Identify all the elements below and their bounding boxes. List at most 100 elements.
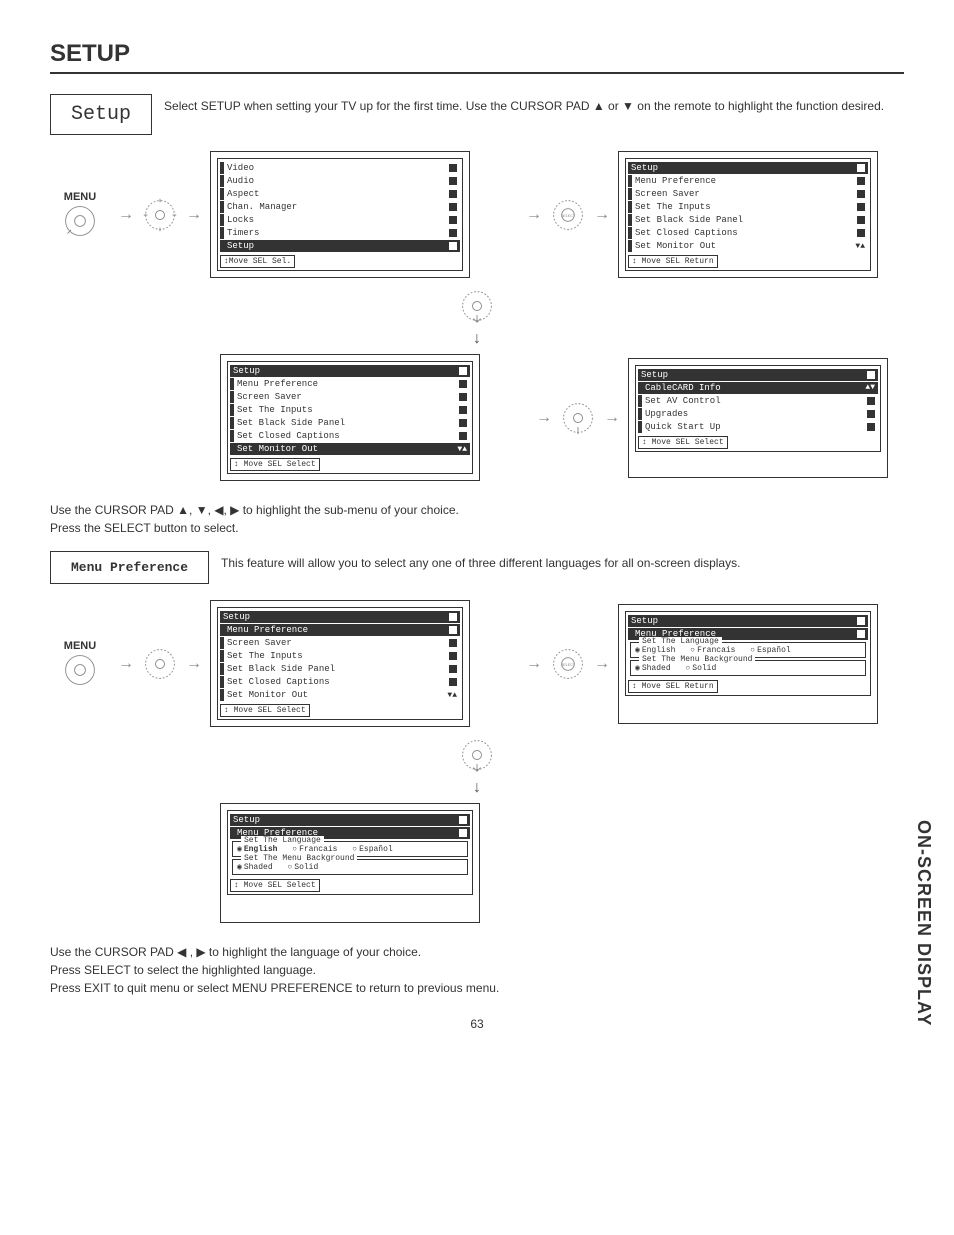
flow-row-3: MENU → → Setup Menu Preference Screen Sa… [50, 600, 904, 727]
menu-right-icon [857, 229, 865, 237]
bg-option: Solid [287, 863, 318, 872]
osd-item-label: CableCARD Info [645, 383, 721, 393]
osd-footer: ↕ Move SEL Select [220, 704, 310, 717]
svg-text:SELECT: SELECT [561, 662, 576, 666]
menu-right-icon [449, 639, 457, 647]
menu-right-icon [449, 242, 457, 250]
page-title: SETUP [50, 40, 904, 74]
arrow-right-icon: → [594, 655, 610, 673]
menu-right-icon [449, 665, 457, 673]
arrow-right-icon: → [536, 409, 552, 427]
osd-item-label: Set The Inputs [635, 202, 711, 212]
side-section-label: ON-SCREEN DISPLAY [913, 820, 934, 1026]
flow-row-4: Setup Menu Preference Set The Language E… [220, 803, 904, 923]
lang-option: English [635, 645, 675, 655]
menu-right-icon [459, 432, 467, 440]
setup-heading-row: Setup Select SETUP when setting your TV … [50, 94, 904, 135]
bottom-text-block: Use the CURSOR PAD ◀ , ▶ to highlight th… [50, 943, 904, 997]
osd-item-label: Set The Inputs [227, 651, 303, 661]
menu-icon [857, 164, 865, 172]
osd-item-label: Video [227, 163, 254, 173]
menu-right-icon [857, 216, 865, 224]
bg-group-label: Set The Menu Background [639, 655, 755, 664]
osd-footer: ↕ Move SEL Select [230, 879, 320, 892]
dpad-down-icon [459, 288, 495, 324]
menu-right-icon [449, 678, 457, 686]
menu-pref-title-box: Menu Preference [50, 551, 209, 584]
bottom-text-3: Press EXIT to quit menu or select MENU P… [50, 979, 904, 997]
osd-setup-menu-2-wrap: Setup Menu Preference Screen Saver Set T… [220, 354, 480, 481]
dpad-icon [142, 197, 178, 233]
osd-item-label: Screen Saver [227, 638, 292, 648]
osd-title-label: Setup [631, 616, 658, 626]
menu-right-icon [459, 419, 467, 427]
flow-row-2: Setup Menu Preference Screen Saver Set T… [220, 354, 904, 481]
menu-right-icon [857, 190, 865, 198]
menu-icon [867, 371, 875, 379]
menu-right-icon [459, 380, 467, 388]
osd-item-label: Set Closed Captions [237, 431, 340, 441]
scroll-more-icon: ▼▲ [855, 242, 865, 251]
menu-icon [459, 367, 467, 375]
osd-item-label: Audio [227, 176, 254, 186]
down-arrow-icon: ↓ [50, 779, 904, 797]
osd-item-label: Set Black Side Panel [635, 215, 743, 225]
menu-label: MENU [64, 191, 96, 203]
menu-right-icon [857, 177, 865, 185]
osd-item-label: Menu Preference [237, 379, 318, 389]
osd-item-label: Setup [227, 241, 254, 251]
lang-option: Francais [690, 646, 735, 655]
bg-option: Shaded [237, 862, 273, 872]
osd-footer: ↕ Move SEL Return [628, 680, 718, 693]
arrow-right-icon: → [526, 206, 542, 224]
lang-group-label: Set The Language [639, 637, 722, 646]
menu-right-icon [867, 410, 875, 418]
osd-item-label: Set The Inputs [237, 405, 313, 415]
osd-pref-detail-2: Setup Menu Preference Set The Language E… [227, 810, 473, 895]
osd-title-label: Setup [223, 612, 250, 622]
osd-pref-detail-1-wrap: Setup Menu Preference Set The Language E… [618, 604, 878, 724]
osd-item-label: Set Closed Captions [635, 228, 738, 238]
arrow-right-icon: → [186, 655, 202, 673]
menu-icon [857, 617, 865, 625]
arrow-right-icon: → [118, 655, 134, 673]
osd-setup-menu-3-wrap: Setup CableCARD Info▲▼ Set AV Control Up… [628, 358, 888, 478]
osd-item-label: Set Black Side Panel [227, 664, 335, 674]
lang-option: Español [352, 845, 392, 854]
svg-text:SELECT: SELECT [561, 213, 576, 217]
osd-setup-menu-2: Setup Menu Preference Screen Saver Set T… [227, 361, 473, 474]
osd-main-menu-wrap: Video Audio Aspect Chan. Manager Locks T… [210, 151, 470, 278]
osd-title-label: Setup [631, 163, 658, 173]
bg-option: Solid [685, 664, 716, 673]
menu-right-icon [449, 652, 457, 660]
scroll-more-icon: ▲▼ [865, 383, 875, 392]
osd-item-label: Locks [227, 215, 254, 225]
osd-setup-menu-3: Setup CableCARD Info▲▼ Set AV Control Up… [635, 365, 881, 452]
osd-setup-pref-wrap: Setup Menu Preference Screen Saver Set T… [210, 600, 470, 727]
lang-option: English [237, 844, 277, 854]
osd-footer: ↕ Move SEL Select [638, 436, 728, 449]
flow-section-2: MENU → → Setup Menu Preference Screen Sa… [50, 600, 904, 923]
menu-pref-heading-row: Menu Preference This feature will allow … [50, 551, 904, 584]
osd-footer: ↕ Move SEL Select [230, 458, 320, 471]
osd-footer: ↕Move SEL Sel. [220, 255, 295, 268]
menu-right-icon [867, 423, 875, 431]
osd-item-label: Timers [227, 228, 259, 238]
mid-text-block: Use the CURSOR PAD ▲, ▼, ◀, ▶ to highlig… [50, 501, 904, 537]
osd-item-label: Set AV Control [645, 396, 721, 406]
osd-item-label: Aspect [227, 189, 259, 199]
dpad-icon [142, 646, 178, 682]
menu-right-icon [857, 630, 865, 638]
osd-pref-detail-2-wrap: Setup Menu Preference Set The Language E… [220, 803, 480, 923]
flow-row-1: MENU → → Video Audio Aspect Chan. Manage… [50, 151, 904, 278]
lang-group-label: Set The Language [241, 836, 324, 845]
select-button-icon: SELECT [550, 197, 586, 233]
osd-item-label: Set Monitor Out [227, 690, 308, 700]
arrow-right-icon: → [118, 206, 134, 224]
dpad-down-icon [459, 737, 495, 773]
osd-item-label: Screen Saver [237, 392, 302, 402]
arrow-right-icon: → [604, 409, 620, 427]
scroll-more-icon: ▼▲ [457, 445, 467, 454]
osd-main-menu: Video Audio Aspect Chan. Manager Locks T… [217, 158, 463, 271]
osd-title-label: Setup [233, 366, 260, 376]
